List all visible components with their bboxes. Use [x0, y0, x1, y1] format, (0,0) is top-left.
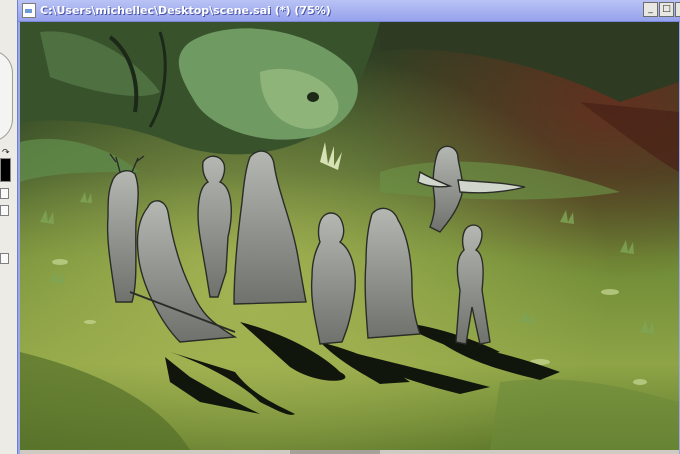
document-icon	[22, 3, 36, 18]
panel-toggle-1[interactable]	[0, 188, 9, 199]
minimize-button[interactable]: _	[643, 2, 658, 17]
close-button[interactable]	[675, 2, 680, 17]
scrollbar-thumb[interactable]	[290, 450, 380, 454]
host-app-panel: ↷	[0, 0, 18, 454]
title-bar[interactable]: C:\Users\michellec\Desktop\scene.sai (*)…	[18, 0, 680, 22]
panel-toggle-2[interactable]	[0, 205, 9, 216]
maximize-button[interactable]: □	[659, 2, 674, 17]
artwork	[20, 22, 679, 450]
document-window: C:\Users\michellec\Desktop\scene.sai (*)…	[17, 0, 680, 454]
swap-colors-icon[interactable]: ↷	[2, 148, 10, 158]
window-title: C:\Users\michellec\Desktop\scene.sai (*)…	[40, 4, 331, 17]
panel-toggle-3[interactable]	[0, 253, 9, 264]
color-wheel-edge[interactable]	[0, 50, 13, 142]
primary-color-swatch[interactable]	[0, 158, 11, 182]
drawing-canvas[interactable]	[20, 22, 679, 450]
horizontal-scrollbar[interactable]	[20, 450, 679, 454]
